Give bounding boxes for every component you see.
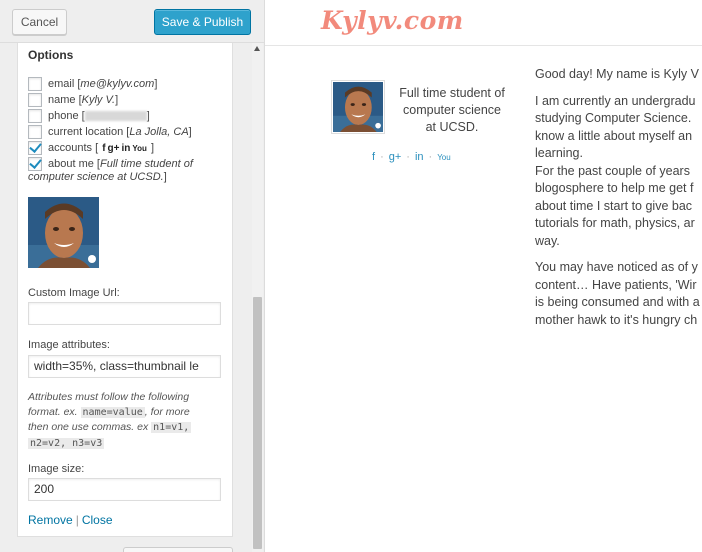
image-size-input[interactable]: 200 xyxy=(28,478,221,501)
profile-image xyxy=(28,197,99,268)
help-line-1: Attributes must follow the following xyxy=(28,391,190,403)
article-line: about time I start to give bac xyxy=(535,198,693,213)
customizer-panel: Cancel Save & Publish Options email [me@… xyxy=(0,0,265,552)
article-line: blogosphere to help me get f xyxy=(535,181,694,195)
google-plus-icon: g+ xyxy=(107,143,120,154)
help-code-name-value: name=value xyxy=(80,406,145,418)
site-header: Kylyv.com xyxy=(265,0,702,46)
redacted-phone xyxy=(84,111,147,122)
separator: | xyxy=(75,513,79,527)
option-value-email: me@kylyv.com xyxy=(80,78,155,90)
option-value-name: Kyly V. xyxy=(81,94,116,106)
attributes-help: Attributes must follow the following for… xyxy=(28,390,224,451)
widget-options: Options email [me@kylyv.com] name [Kyly … xyxy=(17,43,233,537)
youtube-icon: You xyxy=(132,144,147,153)
option-value-location: La Jolla, CA xyxy=(129,126,189,138)
facebook-icon: f xyxy=(102,143,106,154)
option-value-aboutme: Full time student of xyxy=(100,158,193,170)
option-label-phone: phone xyxy=(48,110,79,122)
article-line: Good day! My name is Kyly V xyxy=(535,67,699,81)
option-label-location: current location xyxy=(48,126,124,138)
article-line: You may have noticed as of y xyxy=(535,260,698,274)
option-value-aboutme-close: ] xyxy=(163,171,167,183)
facebook-icon[interactable]: f xyxy=(372,151,375,163)
help-code-n2n3: n2=v2, n3=v3 xyxy=(28,437,105,449)
checkbox-accounts[interactable] xyxy=(28,141,42,155)
option-label-aboutme: about me xyxy=(48,158,94,170)
article-line: tutorials for math, physics, ar xyxy=(535,216,695,230)
help-line-3: then one use commas. ex xyxy=(28,421,149,433)
options-title: Options xyxy=(28,48,74,62)
google-plus-icon[interactable]: g+ xyxy=(389,151,402,163)
article-line: is being consumed and with a xyxy=(535,295,700,309)
site-logo[interactable]: Kylyv.com xyxy=(321,6,464,35)
close-link[interactable]: Close xyxy=(82,513,113,527)
checkbox-aboutme[interactable] xyxy=(28,157,42,171)
article-line: For the past couple of years xyxy=(535,163,690,178)
bio-social-links: f · g+ · in · You xyxy=(372,151,451,163)
image-size-label: Image size: xyxy=(28,463,85,475)
image-attr-label: Image attributes: xyxy=(28,339,110,351)
cancel-button[interactable]: Cancel xyxy=(12,9,67,35)
scroll-up-arrow-icon[interactable] xyxy=(254,46,260,51)
scroll-thumb[interactable] xyxy=(253,297,262,549)
article-line: I am currently an undergradu xyxy=(535,93,696,108)
checkbox-name[interactable] xyxy=(28,93,42,107)
youtube-icon[interactable]: You xyxy=(437,153,451,162)
article-line: know a little about myself an xyxy=(535,128,693,143)
article-line: mother hawk to it's hungry ch xyxy=(535,312,698,327)
option-label-name: name xyxy=(48,94,76,106)
custom-url-label: Custom Image Url: xyxy=(28,287,120,299)
option-label-email: email xyxy=(48,78,75,90)
image-attr-input[interactable]: width=35%, class=thumbnail le xyxy=(28,355,221,378)
article-gap xyxy=(535,250,702,259)
bio-image xyxy=(331,80,385,134)
linkedin-icon[interactable]: in xyxy=(415,151,424,163)
linkedin-icon: in xyxy=(121,143,131,154)
article-gap xyxy=(535,84,702,93)
help-line-2-post: , for more xyxy=(144,405,190,418)
article-line: studying Computer Science. xyxy=(535,111,692,125)
panel-header: Cancel Save & Publish xyxy=(0,0,264,43)
option-value-aboutme-cont: computer science at UCSD. xyxy=(28,171,164,183)
option-label-accounts: accounts xyxy=(48,142,93,154)
remove-link[interactable]: Remove xyxy=(28,513,73,527)
article-line: learning. xyxy=(535,146,583,160)
checkbox-location[interactable] xyxy=(28,125,42,139)
help-line-2: format. ex. xyxy=(28,405,78,418)
save-publish-button[interactable]: Save & Publish xyxy=(154,9,251,35)
widget-actions: Remove | Close xyxy=(28,513,113,527)
bio-text: Full time student of computer science at… xyxy=(399,86,505,134)
panel-scrollbar[interactable] xyxy=(252,43,263,552)
checkbox-email[interactable] xyxy=(28,77,42,91)
add-widget-button-partial[interactable] xyxy=(123,547,233,552)
custom-url-input[interactable] xyxy=(28,302,221,325)
article-line: content… Have patients, 'Wir xyxy=(535,277,697,292)
article-line: way. xyxy=(535,233,560,248)
checkbox-phone[interactable] xyxy=(28,109,42,123)
article-text: Good day! My name is Kyly V I am current… xyxy=(535,66,702,329)
help-code-n1: n1=v1, xyxy=(151,422,192,433)
